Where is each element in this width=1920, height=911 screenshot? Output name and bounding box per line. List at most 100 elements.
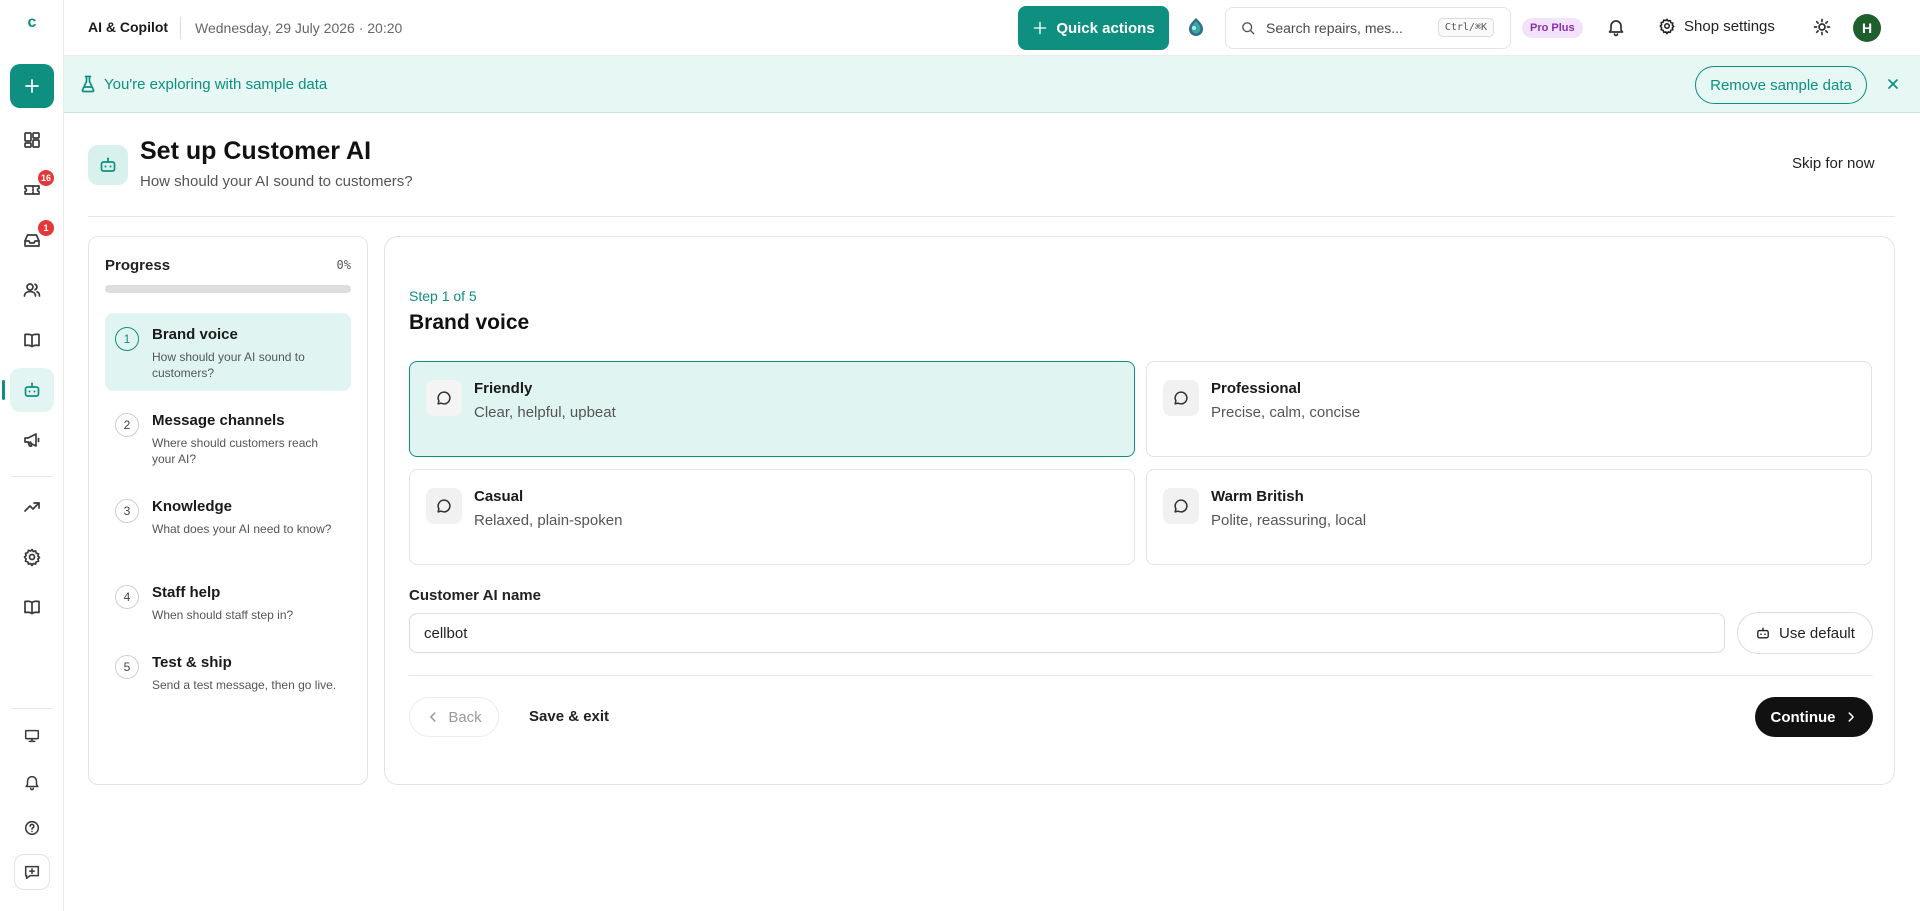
- use-default-button[interactable]: Use default: [1737, 612, 1873, 654]
- progress-step-message-channels[interactable]: 2 Message channels Where should customer…: [105, 399, 351, 477]
- create-new-button[interactable]: [10, 64, 54, 108]
- option-title: Friendly: [474, 380, 533, 397]
- sidebar-item-display[interactable]: [10, 714, 54, 758]
- progress-percent: 0%: [336, 258, 351, 272]
- ai-assistant-orb-icon[interactable]: [1185, 16, 1207, 38]
- step-number: 2: [115, 413, 139, 437]
- dashboard-icon: [24, 132, 40, 148]
- gear-icon: [1659, 18, 1675, 35]
- progress-step-test-ship[interactable]: 5 Test & ship Send a test message, then …: [105, 641, 351, 703]
- card-divider: [409, 675, 1873, 676]
- option-description: Polite, reassuring, local: [1211, 512, 1367, 529]
- sample-data-banner: You're exploring with sample data Remove…: [64, 56, 1920, 113]
- option-description: Clear, helpful, upbeat: [474, 404, 616, 421]
- chat-bubble-icon: [1163, 488, 1199, 524]
- progress-step-staff-help[interactable]: 4 Staff help When should staff step in?: [105, 571, 351, 633]
- chevron-right-icon: [1848, 712, 1854, 722]
- close-banner-button[interactable]: [1885, 76, 1901, 92]
- remove-sample-data-button[interactable]: Remove sample data: [1695, 66, 1867, 104]
- voice-option-casual[interactable]: Casual Relaxed, plain-spoken: [409, 469, 1135, 565]
- breadcrumb-divider: [180, 17, 181, 39]
- quick-actions-button[interactable]: Quick actions: [1018, 6, 1169, 50]
- option-title: Warm British: [1211, 488, 1304, 505]
- voice-option-professional[interactable]: Professional Precise, calm, concise: [1146, 361, 1872, 457]
- save-exit-button[interactable]: Save & exit: [529, 708, 609, 725]
- bell-icon: [1608, 20, 1624, 37]
- step-number: 1: [115, 327, 139, 351]
- search-placeholder: Search repairs, mes...: [1266, 20, 1403, 36]
- progress-panel: Progress 0% 1 Brand voice How should you…: [88, 236, 368, 785]
- gear-icon: [23, 548, 41, 567]
- quick-actions-label: Quick actions: [1056, 19, 1155, 37]
- chat-bubble-icon: [426, 488, 462, 524]
- sidebar-item-inbox[interactable]: 1: [10, 218, 54, 262]
- sidebar-item-knowledge[interactable]: [10, 318, 54, 362]
- message-plus-icon: [24, 865, 40, 880]
- sidebar-item-customers[interactable]: [10, 268, 54, 312]
- step-counter: Step 1 of 5: [409, 288, 477, 304]
- back-button[interactable]: Back: [409, 697, 499, 737]
- book-open-icon: [24, 333, 40, 348]
- sidebar-item-dashboard[interactable]: [10, 118, 54, 162]
- step-title: Brand voice: [152, 326, 238, 343]
- sidebar-item-settings[interactable]: [10, 535, 54, 579]
- step-description: How should your AI sound to customers?: [152, 350, 305, 380]
- skip-for-now-button[interactable]: Skip for now: [1792, 155, 1875, 172]
- step-title: Staff help: [152, 584, 221, 601]
- sidebar-item-feedback[interactable]: [14, 854, 50, 890]
- step-number: 3: [115, 499, 139, 523]
- page-title: Set up Customer AI: [140, 137, 372, 165]
- step-title: Test & ship: [152, 654, 232, 671]
- tickets-count-badge: 16: [38, 170, 55, 186]
- sidebar-item-tickets[interactable]: 16: [10, 168, 55, 212]
- flask-icon: [80, 75, 96, 93]
- bot-icon: [100, 157, 116, 172]
- voice-option-friendly[interactable]: Friendly Clear, helpful, upbeat: [409, 361, 1135, 457]
- breadcrumb[interactable]: AI & Copilot: [88, 19, 168, 35]
- megaphone-icon: [24, 433, 40, 447]
- global-search[interactable]: Search repairs, mes... Ctrl/⌘K: [1225, 7, 1511, 49]
- step-number: 5: [115, 655, 139, 679]
- user-avatar[interactable]: H: [1853, 14, 1881, 42]
- chevron-left-icon: [430, 712, 436, 722]
- sidebar-item-analytics[interactable]: [10, 485, 54, 529]
- option-description: Relaxed, plain-spoken: [474, 512, 623, 529]
- shop-settings-button[interactable]: Shop settings: [1658, 17, 1775, 35]
- sidebar-divider: [12, 708, 52, 709]
- ai-name-input[interactable]: [409, 613, 1725, 653]
- continue-button[interactable]: Continue: [1755, 697, 1873, 737]
- option-title: Professional: [1211, 380, 1302, 397]
- sidebar: c 16 1: [0, 0, 64, 911]
- search-icon: [1242, 22, 1255, 35]
- progress-step-knowledge[interactable]: 3 Knowledge What does your AI need to kn…: [105, 485, 351, 547]
- top-bar: AI & Copilot Wednesday, 29 July 2026 · 2…: [64, 0, 1920, 56]
- monitor-icon: [24, 729, 40, 743]
- sidebar-item-help[interactable]: [10, 806, 54, 850]
- header-divider: [88, 216, 1895, 217]
- sidebar-item-marketing[interactable]: [10, 418, 54, 462]
- step-number: 4: [115, 585, 139, 609]
- trending-up-icon: [24, 502, 40, 512]
- ai-name-label: Customer AI name: [409, 587, 541, 604]
- progress-title: Progress: [105, 257, 171, 274]
- sidebar-item-docs[interactable]: [10, 585, 54, 629]
- voice-option-warm-british[interactable]: Warm British Polite, reassuring, local: [1146, 469, 1872, 565]
- sidebar-divider: [12, 476, 52, 477]
- step-description: What does your AI need to know?: [152, 522, 332, 536]
- bell-icon: [25, 775, 39, 791]
- step-heading: Brand voice: [409, 311, 530, 334]
- continue-label: Continue: [1770, 708, 1836, 726]
- shop-settings-label: Shop settings: [1684, 17, 1775, 35]
- progress-step-brand-voice[interactable]: 1 Brand voice How should your AI sound t…: [105, 313, 351, 391]
- back-label: Back: [448, 708, 482, 726]
- sidebar-item-notifications[interactable]: [10, 760, 54, 804]
- app-logo[interactable]: c: [0, 14, 64, 32]
- theme-toggle-button[interactable]: [1812, 17, 1832, 37]
- page-subtitle: How should your AI sound to customers?: [140, 173, 413, 190]
- sun-icon: [1813, 18, 1831, 36]
- sidebar-item-ai-copilot[interactable]: [10, 368, 54, 412]
- close-icon: [1888, 79, 1898, 89]
- notifications-button[interactable]: [1606, 17, 1626, 37]
- bot-icon: [24, 382, 40, 397]
- help-circle-icon: [24, 820, 40, 836]
